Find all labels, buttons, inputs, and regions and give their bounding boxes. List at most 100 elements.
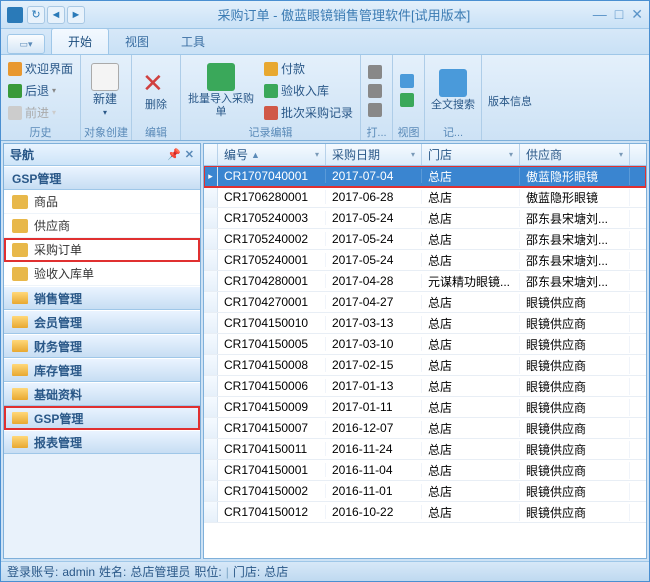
table-row[interactable]: CR17052400022017-05-24总店邵东县宋塘刘... xyxy=(204,229,646,250)
welcome-button[interactable]: 欢迎界面 xyxy=(4,58,77,79)
back-icon[interactable]: ◄ xyxy=(47,6,65,24)
close-icon[interactable]: ✕ xyxy=(631,6,643,23)
table-row[interactable]: CR17041500022016-11-01总店眼镜供应商 xyxy=(204,481,646,502)
nav-section[interactable]: GSP管理 xyxy=(4,406,200,430)
minimize-icon[interactable]: — xyxy=(593,6,607,23)
app-icon xyxy=(7,7,23,23)
table-row[interactable]: CR17042800012017-04-28元谋精功眼镜...邵东县宋塘刘... xyxy=(204,271,646,292)
table-row[interactable]: CR17041500062017-01-13总店眼镜供应商 xyxy=(204,376,646,397)
folder-icon xyxy=(12,243,28,257)
close-nav-icon[interactable]: ✕ xyxy=(185,148,194,161)
quick-access-toolbar: ↻ ◄ ► xyxy=(27,6,85,24)
table-row[interactable]: ▸CR17070400012017-07-04总店傲蓝隐形眼镜 xyxy=(204,166,646,187)
tab-start[interactable]: 开始 xyxy=(51,28,109,54)
filter-icon[interactable]: ▾ xyxy=(315,150,319,159)
copy-button[interactable] xyxy=(364,82,386,100)
group-view: 视图 xyxy=(393,55,425,140)
new-icon xyxy=(91,63,119,91)
statusbar: 登录账号: admin 姓名: 总店管理员 职位: | 门店: 总店 xyxy=(1,561,649,581)
tab-tool[interactable]: 工具 xyxy=(165,29,221,54)
filter-icon[interactable]: ▾ xyxy=(509,150,513,159)
folder-icon xyxy=(12,195,28,209)
group-print: 打... xyxy=(361,55,393,140)
folder-icon xyxy=(12,388,28,400)
grid-icon xyxy=(400,74,414,88)
refresh-icon xyxy=(400,93,414,107)
status-store: 总店 xyxy=(264,563,288,580)
refresh-icon[interactable]: ↻ xyxy=(27,6,45,24)
col-store[interactable]: 门店▾ xyxy=(422,144,520,165)
row-indicator xyxy=(204,502,218,522)
search-icon xyxy=(439,69,467,97)
group-edit: ✕删除 编辑 xyxy=(132,55,181,140)
nav-item[interactable]: 采购订单 xyxy=(4,238,200,262)
nav-section[interactable]: 销售管理 xyxy=(4,286,200,310)
ribbon: 欢迎界面 后退▾ 前进▾ 历史 新建▾ 对象创建 ✕删除 编辑 批量导入采购单 xyxy=(1,55,649,141)
tab-view[interactable]: 视图 xyxy=(109,29,165,54)
folder-icon xyxy=(12,364,28,376)
maximize-icon[interactable]: □ xyxy=(615,6,623,23)
table-row[interactable]: CR17042700012017-04-27总店眼镜供应商 xyxy=(204,292,646,313)
table-row[interactable]: CR17062800012017-06-28总店傲蓝隐形眼镜 xyxy=(204,187,646,208)
nav-section[interactable]: 库存管理 xyxy=(4,358,200,382)
table-row[interactable]: CR17041500122016-10-22总店眼镜供应商 xyxy=(204,502,646,523)
back-button[interactable]: 后退▾ xyxy=(4,80,77,101)
table-row[interactable]: CR17041500112016-11-24总店眼镜供应商 xyxy=(204,439,646,460)
status-store-label: 门店: xyxy=(233,563,260,580)
version-button[interactable]: 版本信息 xyxy=(485,57,535,124)
table-row[interactable]: CR17052400032017-05-24总店邵东县宋塘刘... xyxy=(204,208,646,229)
nav-section[interactable]: 财务管理 xyxy=(4,334,200,358)
pin-icon[interactable]: 📌 xyxy=(167,148,181,161)
app-menu-button[interactable]: ▭▾ xyxy=(7,34,45,54)
new-button[interactable]: 新建▾ xyxy=(84,57,126,124)
row-indicator xyxy=(204,208,218,228)
view-button[interactable] xyxy=(396,72,418,90)
nav-item[interactable]: 商品 xyxy=(4,190,200,214)
table-row[interactable]: CR17041500012016-11-04总店眼镜供应商 xyxy=(204,460,646,481)
status-account-label: 登录账号: xyxy=(7,563,58,580)
grid-body[interactable]: ▸CR17070400012017-07-04总店傲蓝隐形眼镜CR1706280… xyxy=(204,166,646,558)
nav-section[interactable]: 报表管理 xyxy=(4,430,200,454)
table-row[interactable]: CR17041500052017-03-10总店眼镜供应商 xyxy=(204,334,646,355)
group-search: 全文搜索 记... xyxy=(425,55,482,140)
preview-button[interactable] xyxy=(364,101,386,119)
status-name: 总店管理员 xyxy=(130,563,190,580)
nav-section[interactable]: 会员管理 xyxy=(4,310,200,334)
nav-section-gsp-top[interactable]: GSP管理 xyxy=(4,166,200,190)
print-button[interactable] xyxy=(364,63,386,81)
fulltext-search-button[interactable]: 全文搜索 xyxy=(428,57,478,124)
checkin-button[interactable]: 验收入库 xyxy=(260,80,357,101)
batch-button[interactable]: 批次采购记录 xyxy=(260,102,357,123)
table-row[interactable]: CR17041500072016-12-07总店眼镜供应商 xyxy=(204,418,646,439)
import-icon xyxy=(207,63,235,91)
forward-button[interactable]: 前进▾ xyxy=(4,102,77,123)
filter-icon[interactable]: ▾ xyxy=(411,150,415,159)
delete-button[interactable]: ✕删除 xyxy=(135,57,177,124)
nav-header: 导航 📌 ✕ xyxy=(4,144,200,166)
row-indicator xyxy=(204,418,218,438)
nav-item[interactable]: 供应商 xyxy=(4,214,200,238)
batch-icon xyxy=(264,106,278,120)
refresh-button[interactable] xyxy=(396,91,418,109)
col-supplier[interactable]: 供应商▾ xyxy=(520,144,630,165)
row-indicator xyxy=(204,355,218,375)
col-code[interactable]: 编号▲▾ xyxy=(218,144,326,165)
window-title: 采购订单 - 傲蓝眼镜销售管理软件[试用版本] xyxy=(95,5,593,24)
table-row[interactable]: CR17041500082017-02-15总店眼镜供应商 xyxy=(204,355,646,376)
table-row[interactable]: CR17041500102017-03-13总店眼镜供应商 xyxy=(204,313,646,334)
import-button[interactable]: 批量导入采购单 xyxy=(184,57,258,124)
nav-item[interactable]: 验收入库单 xyxy=(4,262,200,286)
row-indicator xyxy=(204,376,218,396)
filter-icon[interactable]: ▾ xyxy=(619,150,623,159)
nav-section[interactable]: 基础资料 xyxy=(4,382,200,406)
row-header-corner xyxy=(204,144,218,165)
col-date[interactable]: 采购日期▾ xyxy=(326,144,422,165)
data-grid: 编号▲▾ 采购日期▾ 门店▾ 供应商▾ ▸CR17070400012017-07… xyxy=(203,143,647,559)
row-indicator xyxy=(204,397,218,417)
status-role-label: 职位: xyxy=(194,563,221,580)
table-row[interactable]: CR17041500092017-01-11总店眼镜供应商 xyxy=(204,397,646,418)
forward-icon[interactable]: ► xyxy=(67,6,85,24)
pay-button[interactable]: 付款 xyxy=(260,58,357,79)
table-row[interactable]: CR17052400012017-05-24总店邵东县宋塘刘... xyxy=(204,250,646,271)
home-icon xyxy=(8,62,22,76)
